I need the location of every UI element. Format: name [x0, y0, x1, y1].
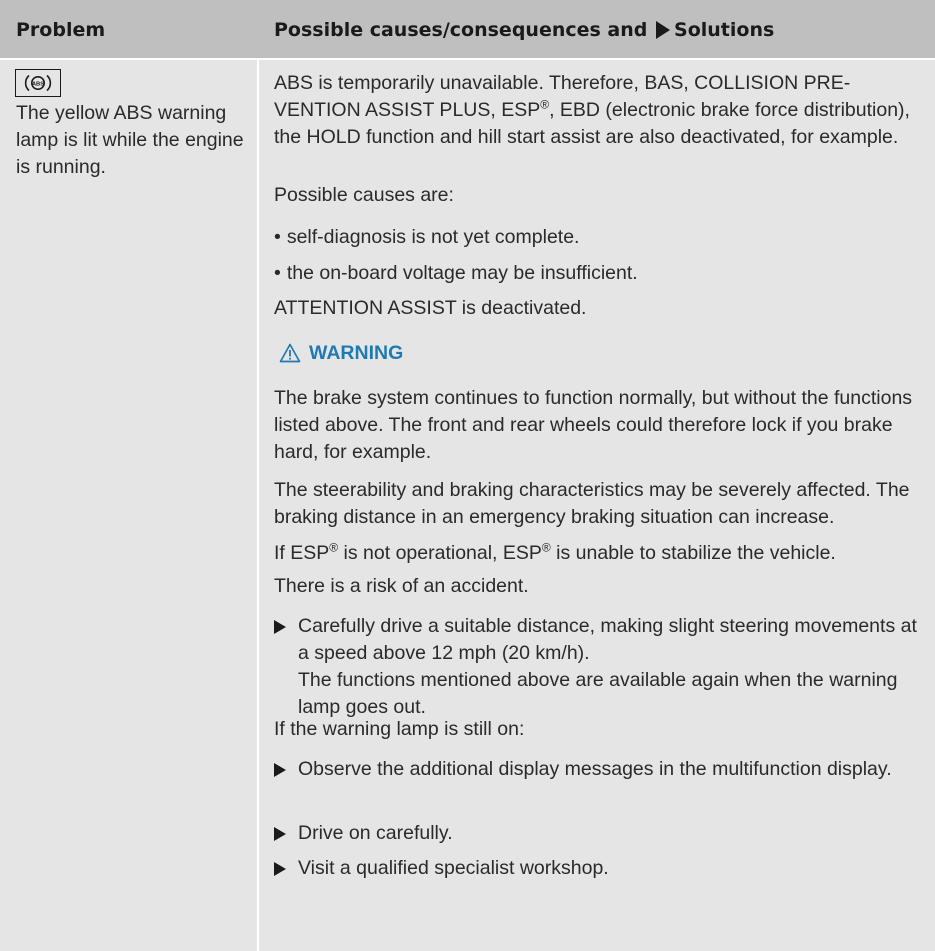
header-solutions: Possible causes/consequences and Solutio… [274, 19, 775, 41]
list-item: • the on-board voltage may be insufficien… [274, 262, 638, 284]
warning-paragraph: The brake system continues to function n… [274, 387, 913, 463]
esp-paragraph: If ESP® is not operational, ESP® is unab… [274, 540, 836, 565]
step-arrow-icon [274, 862, 286, 876]
risk-statement: There is a risk of an accident. [274, 575, 529, 597]
instruction-step: Drive on carefully. [274, 820, 924, 847]
step-arrow-icon [274, 620, 286, 634]
instruction-step: Observe the additional display messages … [274, 756, 924, 783]
step-arrow-icon [274, 827, 286, 841]
header-problem: Problem [16, 19, 106, 41]
attention-assist-note: ATTENTION ASSIST is deactivated. [274, 297, 587, 319]
warning-title: WARNING [309, 342, 404, 364]
table-header: Problem Possible causes/consequences and… [0, 0, 935, 60]
possible-causes-label: Possible causes are: [274, 184, 454, 206]
list-item: • self-diagnosis is not yet complete. [274, 226, 580, 248]
abs-warning-lamp-icon: ABS [15, 69, 61, 97]
warning-triangle-icon [279, 343, 301, 363]
problem-description: The yellow ABS warning lamp is lit while… [16, 102, 244, 178]
still-on-label: If the warning lamp is still on: [274, 718, 525, 740]
instruction-step: Carefully drive a suitable distance, mak… [274, 613, 924, 721]
svg-text:ABS: ABS [32, 81, 44, 87]
solution-arrow-icon [656, 21, 671, 39]
warning-paragraph: The steerability and braking characteris… [274, 479, 910, 528]
step-arrow-icon [274, 763, 286, 777]
problem-cell: ABS The yellow ABS warning lamp is lit w… [0, 60, 257, 951]
instruction-step: Visit a qualified specialist workshop. [274, 855, 924, 882]
intro-paragraph: ABS is temporarily unavailable. Therefor… [274, 72, 910, 148]
abs-symbol-icon: ABS [24, 74, 52, 92]
troubleshooting-table: Problem Possible causes/consequences and… [0, 0, 935, 951]
solutions-cell: ABS is temporarily unavailable. Therefor… [259, 60, 935, 951]
